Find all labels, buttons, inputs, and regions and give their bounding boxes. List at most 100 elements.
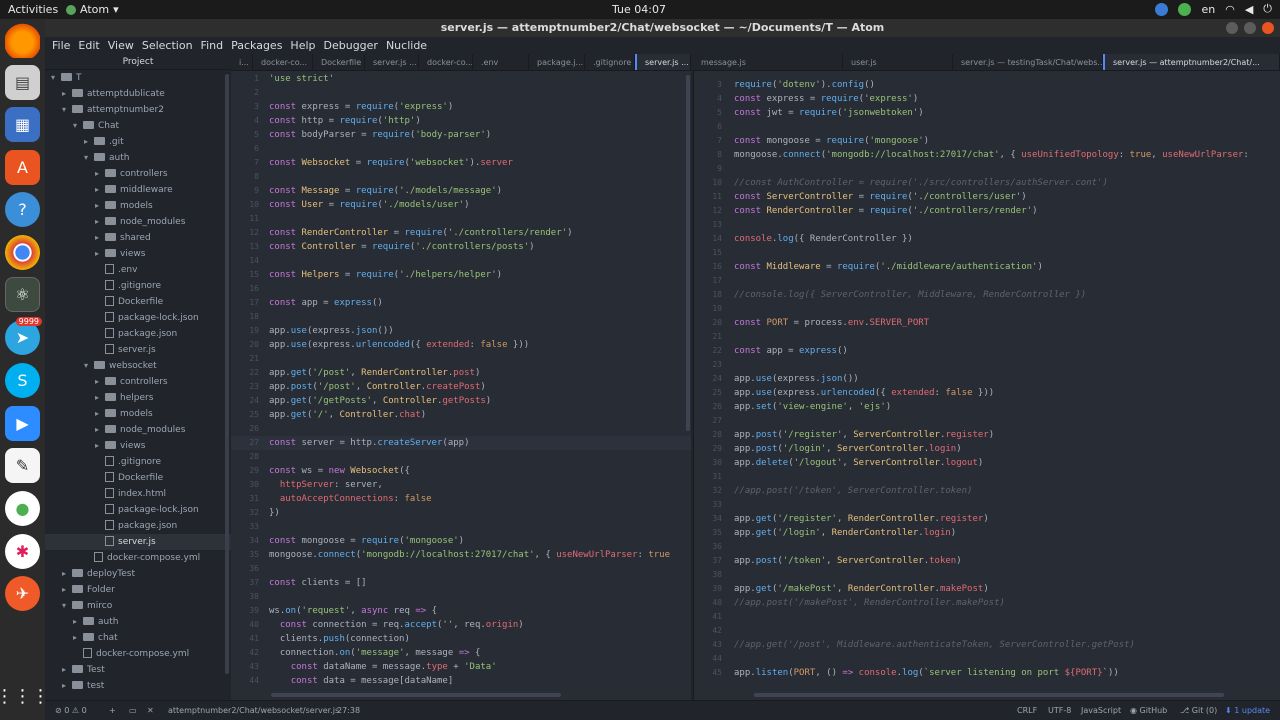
menu-file[interactable]: File	[48, 39, 74, 52]
editor-tab[interactable]: .env	[473, 54, 529, 70]
editor-tab[interactable]: server.js — attemptnumber2/Chat/...	[1103, 54, 1280, 70]
tree-folder[interactable]: ▸ middleware	[45, 182, 231, 198]
software-center-icon[interactable]: A	[5, 150, 40, 185]
zoom-icon[interactable]: ▶	[5, 406, 40, 441]
tree-folder[interactable]: ▾ attemptnumber2	[45, 102, 231, 118]
tree-folder[interactable]: ▾ T	[45, 70, 231, 86]
menu-find[interactable]: Find	[197, 39, 228, 52]
menu-edit[interactable]: Edit	[74, 39, 103, 52]
activities-button[interactable]: Activities	[8, 3, 58, 16]
chrome-icon[interactable]	[5, 235, 40, 270]
diagnostics-indicator[interactable]: ⊘ 0 ⚠ 0	[55, 706, 87, 715]
editor-tab[interactable]: i...	[231, 54, 253, 70]
tree-folder[interactable]: ▸ shared	[45, 230, 231, 246]
app-menu[interactable]: Atom ▾	[66, 3, 119, 16]
github-button[interactable]: ◉ GitHub	[1130, 706, 1167, 715]
tree-folder[interactable]: ▸ views	[45, 438, 231, 454]
left-editor-vertical-scrollbar[interactable]	[686, 75, 690, 431]
postman-icon[interactable]: ✈	[5, 576, 40, 611]
tree-folder[interactable]: ▸ helpers	[45, 390, 231, 406]
editor-tab[interactable]: .gitignore	[585, 54, 635, 70]
tree-folder[interactable]: ▸ controllers	[45, 166, 231, 182]
tree-file[interactable]: Dockerfile	[45, 294, 231, 310]
tree-folder[interactable]: ▸ node_modules	[45, 214, 231, 230]
tree-folder[interactable]: ▸ controllers	[45, 374, 231, 390]
editor-tab[interactable]: server.js — testingTask/Chat/webs...	[953, 54, 1103, 70]
git-button[interactable]: ⎇ Git (0)	[1180, 706, 1217, 715]
line-ending[interactable]: CRLF	[1017, 706, 1037, 715]
encoding[interactable]: UTF-8	[1048, 706, 1071, 715]
tree-file[interactable]: docker-compose.yml	[45, 646, 231, 662]
wifi-icon[interactable]: ◠	[1225, 3, 1235, 16]
tree-folder[interactable]: ▸ attemptdublicate	[45, 86, 231, 102]
tree-folder[interactable]: ▾ mirco	[45, 598, 231, 614]
tree-folder[interactable]: ▸ models	[45, 198, 231, 214]
tree-file[interactable]: index.html	[45, 486, 231, 502]
editor-tab[interactable]: docker-co...	[419, 54, 473, 70]
terminal-icon[interactable]: ▭	[129, 706, 137, 715]
left-editor[interactable]: 1'use strict' 2 3 const express = require('…	[231, 71, 691, 700]
text-editor-icon[interactable]: ✎	[5, 448, 40, 483]
slack-icon[interactable]: ✱	[5, 534, 40, 569]
atom-icon[interactable]: ⚛	[5, 277, 40, 312]
tree-file[interactable]: package-lock.json	[45, 502, 231, 518]
right-editor[interactable]: 3 require('dotenv').config() 4 const expres…	[693, 71, 1280, 700]
tree-file[interactable]: .gitignore	[45, 454, 231, 470]
keyboard-layout[interactable]: en	[1201, 3, 1215, 16]
project-scrollbar[interactable]	[225, 74, 229, 674]
menu-selection[interactable]: Selection	[138, 39, 197, 52]
tree-folder[interactable]: ▸ deployTest	[45, 566, 231, 582]
tree-folder[interactable]: ▸ Test	[45, 662, 231, 678]
tree-file[interactable]: .env	[45, 262, 231, 278]
menu-nuclide[interactable]: Nuclide	[382, 39, 431, 52]
update-button[interactable]: ⬇ 1 update	[1225, 706, 1270, 715]
tree-file[interactable]: Dockerfile	[45, 470, 231, 486]
skype-icon[interactable]: S	[5, 363, 40, 398]
tree-folder[interactable]: ▸ models	[45, 406, 231, 422]
tree-folder[interactable]: ▸ views	[45, 246, 231, 262]
menu-view[interactable]: View	[104, 39, 138, 52]
editor-tab[interactable]: user.js	[843, 54, 953, 70]
editor-tab[interactable]: Dockerfile	[313, 54, 365, 70]
left-editor-horizontal-scrollbar[interactable]	[271, 693, 561, 697]
right-editor-horizontal-scrollbar[interactable]	[754, 693, 1224, 697]
writer-icon[interactable]: ▦	[5, 107, 40, 142]
tree-folder[interactable]: ▾ websocket	[45, 358, 231, 374]
editor-tab[interactable]: message.js	[693, 54, 843, 70]
telegram-icon[interactable]: ➤ 9999	[5, 317, 42, 355]
menu-debugger[interactable]: Debugger	[320, 39, 382, 52]
editor-tab[interactable]: server.js ...	[635, 54, 691, 70]
grammar[interactable]: JavaScript	[1081, 706, 1121, 715]
tree-folder[interactable]: ▾ auth	[45, 150, 231, 166]
editor-tab[interactable]: server.js ...	[365, 54, 419, 70]
tree-folder[interactable]: ▸ chat	[45, 630, 231, 646]
tree-file[interactable]: .gitignore	[45, 278, 231, 294]
tree-file[interactable]: server.js	[45, 342, 231, 358]
tree-file[interactable]: docker-compose.yml	[45, 550, 231, 566]
mongodb-compass-icon[interactable]: ●	[5, 491, 40, 526]
tree-file[interactable]: package-lock.json	[45, 310, 231, 326]
file-path[interactable]: attemptnumber2/Chat/websocket/server.js	[168, 706, 339, 715]
editor-tab[interactable]: package.j...	[529, 54, 585, 70]
tree-folder[interactable]: ▸ .git	[45, 134, 231, 150]
minimize-button[interactable]	[1226, 22, 1238, 34]
tree-folder[interactable]: ▾ Chat	[45, 118, 231, 134]
add-icon[interactable]: +	[109, 706, 116, 715]
power-icon[interactable]: ⏻	[1263, 2, 1272, 16]
volume-icon[interactable]: ◀	[1245, 3, 1253, 16]
cursor-position[interactable]: 27:38	[337, 706, 360, 715]
close-button[interactable]	[1262, 22, 1274, 34]
tree-file[interactable]: package.json	[45, 518, 231, 534]
check-icon[interactable]	[1178, 2, 1192, 16]
help-icon[interactable]: ?	[5, 192, 40, 227]
clock[interactable]: Tue 04:07	[612, 3, 666, 16]
tree-file[interactable]: server.js	[45, 534, 231, 550]
close-icon[interactable]: ✕	[147, 706, 154, 715]
tree-folder[interactable]: ▸ Folder	[45, 582, 231, 598]
show-applications-icon[interactable]: ⋮⋮⋮	[0, 679, 50, 714]
menu-help[interactable]: Help	[286, 39, 319, 52]
menu-packages[interactable]: Packages	[227, 39, 286, 52]
tree-folder[interactable]: ▸ test	[45, 678, 231, 694]
editor-tab[interactable]: docker-co...	[253, 54, 313, 70]
update-notifier-icon[interactable]	[1155, 2, 1169, 16]
